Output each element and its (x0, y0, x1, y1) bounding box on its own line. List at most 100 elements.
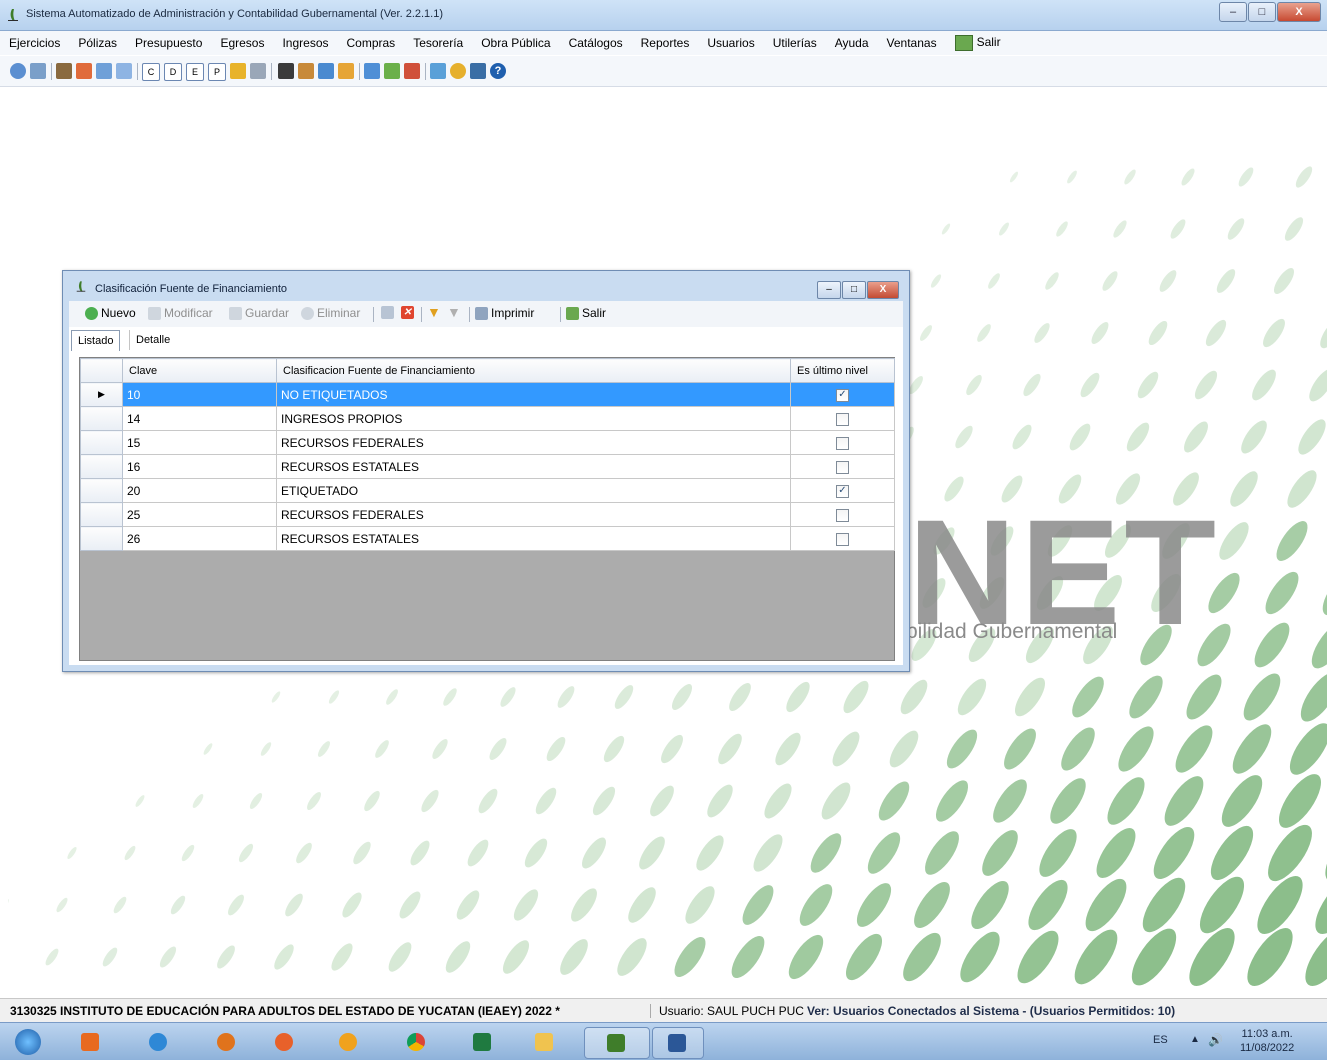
checkbox-ultimo-nivel[interactable] (836, 412, 849, 426)
menu-salir[interactable]: Salir (946, 35, 1010, 51)
taskbar-app-chrome[interactable] (394, 1027, 438, 1057)
refresh-icon[interactable] (10, 63, 26, 79)
gear-icon[interactable] (450, 63, 466, 79)
menu-usuarios[interactable]: Usuarios (698, 36, 763, 50)
table-row[interactable]: 20 ETIQUETADO ✓ (80, 478, 895, 503)
cell-clave[interactable]: 16 (122, 454, 277, 479)
status-connected-users-link[interactable]: Ver: Usuarios Conectados al Sistema - (U… (807, 1004, 1175, 1018)
taskbar-app-outlook[interactable] (68, 1027, 112, 1057)
cell-clasificacion[interactable]: RECURSOS FEDERALES (276, 502, 791, 527)
taskbar-app-excel[interactable] (460, 1027, 504, 1057)
list-icon[interactable] (96, 63, 112, 79)
table-row[interactable]: 14 INGRESOS PROPIOS (80, 406, 895, 431)
cell-ultimo-nivel[interactable] (790, 502, 895, 527)
cell-clave[interactable]: 20 (122, 478, 277, 503)
row-selector[interactable] (80, 478, 123, 503)
cell-clasificacion[interactable]: RECURSOS ESTATALES (276, 454, 791, 479)
cell-ultimo-nivel[interactable] (790, 454, 895, 479)
taskbar-app-ie[interactable] (136, 1027, 180, 1057)
salir-button[interactable]: Salir (566, 306, 606, 320)
menu-ejercicios[interactable]: Ejercicios (0, 36, 69, 50)
menu-presupuesto[interactable]: Presupuesto (126, 36, 211, 50)
box-icon[interactable] (338, 63, 354, 79)
cell-clasificacion[interactable]: RECURSOS ESTATALES (276, 526, 791, 551)
imprimir-button[interactable]: Imprimir (475, 306, 534, 320)
modificar-button[interactable]: Modificar (148, 306, 213, 320)
print-icon[interactable] (250, 63, 266, 79)
menu-ingresos[interactable]: Ingresos (273, 36, 337, 50)
table-row[interactable]: 26 RECURSOS ESTATALES (80, 526, 895, 551)
taskbar-app-4[interactable] (326, 1027, 370, 1057)
report-icon[interactable] (364, 63, 380, 79)
help-icon[interactable]: ? (490, 63, 506, 79)
pencil-icon[interactable] (298, 63, 314, 79)
menu-ventanas[interactable]: Ventanas (878, 36, 946, 50)
tray-clock[interactable]: 11:03 a.m. 11/08/2022 (1240, 1027, 1294, 1055)
menu-tesoreria[interactable]: Tesorería (404, 36, 472, 50)
cell-clasificacion[interactable]: INGRESOS PROPIOS (276, 406, 791, 431)
checkbox-ultimo-nivel[interactable] (836, 436, 849, 450)
checkbox-ultimo-nivel[interactable]: ✓ (836, 388, 849, 402)
volume-icon[interactable]: 🔊 (1208, 1033, 1223, 1047)
taskbar-app-firefox[interactable] (204, 1027, 248, 1057)
table-row[interactable]: ▶ 10 NO ETIQUETADOS ✓ (80, 382, 895, 407)
cell-clasificacion[interactable]: NO ETIQUETADOS (276, 382, 791, 407)
row-selector[interactable]: ▶ (80, 382, 123, 407)
export-button[interactable] (381, 306, 397, 319)
cell-ultimo-nivel[interactable]: ✓ (790, 382, 895, 407)
nuevo-button[interactable]: Nuevo (85, 306, 136, 320)
menu-polizas[interactable]: Pólizas (69, 36, 126, 50)
row-selector[interactable] (80, 526, 123, 551)
menu-catalogos[interactable]: Catálogos (560, 36, 632, 50)
tab-detalle[interactable]: Detalle (129, 330, 176, 350)
clear-filter-button[interactable]: ▼ (447, 305, 463, 319)
cell-clave[interactable]: 15 (122, 430, 277, 455)
menu-ayuda[interactable]: Ayuda (826, 36, 878, 50)
taskbar-app-saacg[interactable] (584, 1027, 650, 1059)
tray-show-hidden-icon[interactable]: ▲ (1190, 1034, 1200, 1045)
pb-icon[interactable] (230, 63, 246, 79)
column-header-clave[interactable]: Clave (122, 358, 277, 383)
tools-icon[interactable] (384, 63, 400, 79)
cell-clave[interactable]: 26 (122, 526, 277, 551)
truck-icon[interactable] (56, 63, 72, 79)
filter-button[interactable]: ▼ (427, 305, 443, 319)
cancel-button[interactable]: ✕ (401, 306, 417, 319)
cell-clave[interactable]: 25 (122, 502, 277, 527)
close-button[interactable]: X (1277, 2, 1321, 22)
menu-compras[interactable]: Compras (338, 36, 405, 50)
menu-utilerias[interactable]: Utilerías (764, 36, 826, 50)
tab-listado[interactable]: Listado (71, 330, 121, 351)
cell-clave[interactable]: 10 (122, 382, 277, 407)
row-selector[interactable] (80, 430, 123, 455)
row-selector[interactable] (80, 406, 123, 431)
cell-clasificacion[interactable]: ETIQUETADO (276, 478, 791, 503)
start-button[interactable] (6, 1027, 50, 1057)
e-icon[interactable]: E (186, 63, 204, 81)
maximize-button[interactable]: □ (1248, 2, 1276, 22)
menu-obra-publica[interactable]: Obra Pública (472, 36, 559, 50)
child-minimize-button[interactable]: – (817, 281, 841, 299)
tree-icon[interactable] (430, 63, 446, 79)
row-selector[interactable] (80, 454, 123, 479)
book-icon[interactable] (470, 63, 486, 79)
taskbar-app-3[interactable] (262, 1027, 306, 1057)
user-icon[interactable] (404, 63, 420, 79)
row-selector[interactable] (80, 502, 123, 527)
checkbox-ultimo-nivel[interactable]: ✓ (836, 484, 849, 498)
clipboard-icon[interactable] (278, 63, 294, 79)
p-icon[interactable]: P (208, 63, 226, 81)
taskbar-app-explorer[interactable] (522, 1027, 566, 1057)
menu-reportes[interactable]: Reportes (632, 36, 699, 50)
checkbox-ultimo-nivel[interactable] (836, 460, 849, 474)
checkbox-ultimo-nivel[interactable] (836, 508, 849, 522)
table-row[interactable]: 25 RECURSOS FEDERALES (80, 502, 895, 527)
taskbar-app-word[interactable] (652, 1027, 704, 1059)
folder-icon[interactable] (318, 63, 334, 79)
table-row[interactable]: 15 RECURSOS FEDERALES (80, 430, 895, 455)
cell-clasificacion[interactable]: RECURSOS FEDERALES (276, 430, 791, 455)
tray-language[interactable]: ES (1153, 1034, 1168, 1046)
cell-ultimo-nivel[interactable] (790, 430, 895, 455)
column-header-ultimo-nivel[interactable]: Es último nivel (790, 358, 895, 383)
table-row[interactable]: 16 RECURSOS ESTATALES (80, 454, 895, 479)
